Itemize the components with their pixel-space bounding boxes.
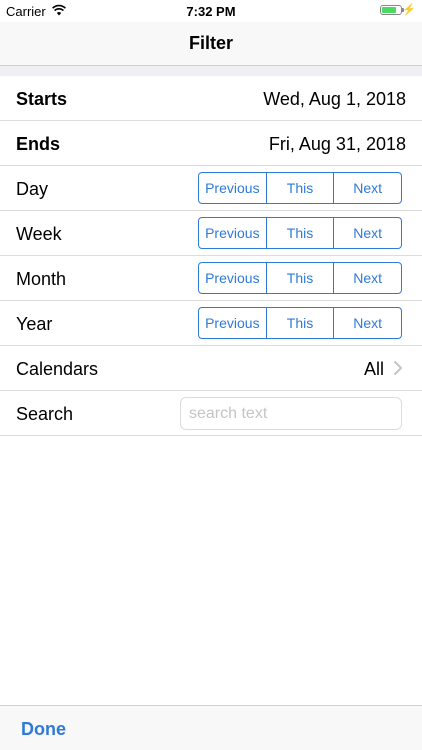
starts-row[interactable]: Starts Wed, Aug 1, 2018 — [0, 76, 422, 121]
filter-table: Starts Wed, Aug 1, 2018 Ends Fri, Aug 31… — [0, 76, 422, 436]
day-this-button[interactable]: This — [267, 173, 335, 203]
day-label: Day — [16, 179, 49, 199]
year-this-button[interactable]: This — [267, 308, 335, 338]
calendars-value: All — [363, 359, 384, 379]
week-label: Week — [16, 224, 62, 244]
ends-label: Ends — [16, 134, 61, 154]
year-segmented-control: Previous This Next — [198, 307, 402, 339]
month-next-button[interactable]: Next — [334, 263, 401, 293]
year-label: Year — [16, 314, 53, 334]
chevron-right-icon — [394, 361, 402, 375]
navigation-bar: Filter — [0, 22, 422, 66]
calendars-label: Calendars — [16, 359, 99, 379]
ends-value: Fri, Aug 31, 2018 — [268, 134, 406, 154]
month-label: Month — [16, 269, 67, 289]
done-button[interactable]: Done — [21, 719, 66, 740]
section-spacer — [0, 66, 422, 76]
month-segmented-control: Previous This Next — [198, 262, 402, 294]
week-segmented-control: Previous This Next — [198, 217, 402, 249]
search-label: Search — [16, 404, 74, 424]
month-row: Month Previous This Next — [0, 256, 422, 301]
month-previous-button[interactable]: Previous — [199, 263, 267, 293]
bottom-toolbar: Done — [0, 705, 422, 750]
week-previous-button[interactable]: Previous — [199, 218, 267, 248]
day-segmented-control: Previous This Next — [198, 172, 402, 204]
year-previous-button[interactable]: Previous — [199, 308, 267, 338]
status-time: 7:32 PM — [186, 4, 236, 19]
status-bar: Carrier 7:32 PM ⚡ — [0, 0, 422, 22]
calendars-row[interactable]: Calendars All — [0, 346, 422, 391]
search-row: Search — [0, 391, 422, 436]
week-next-button[interactable]: Next — [334, 218, 401, 248]
ends-row[interactable]: Ends Fri, Aug 31, 2018 — [0, 121, 422, 166]
starts-label: Starts — [16, 89, 68, 109]
search-input[interactable] — [180, 397, 402, 430]
week-row: Week Previous This Next — [0, 211, 422, 256]
page-title: Filter — [188, 33, 233, 53]
charging-bolt-icon: ⚡ — [402, 4, 416, 16]
day-row: Day Previous This Next — [0, 166, 422, 211]
starts-value: Wed, Aug 1, 2018 — [263, 89, 406, 109]
month-this-button[interactable]: This — [267, 263, 335, 293]
week-this-button[interactable]: This — [267, 218, 335, 248]
year-row: Year Previous This Next — [0, 301, 422, 346]
battery-icon — [380, 5, 404, 15]
day-next-button[interactable]: Next — [334, 173, 401, 203]
year-next-button[interactable]: Next — [334, 308, 401, 338]
day-previous-button[interactable]: Previous — [199, 173, 267, 203]
